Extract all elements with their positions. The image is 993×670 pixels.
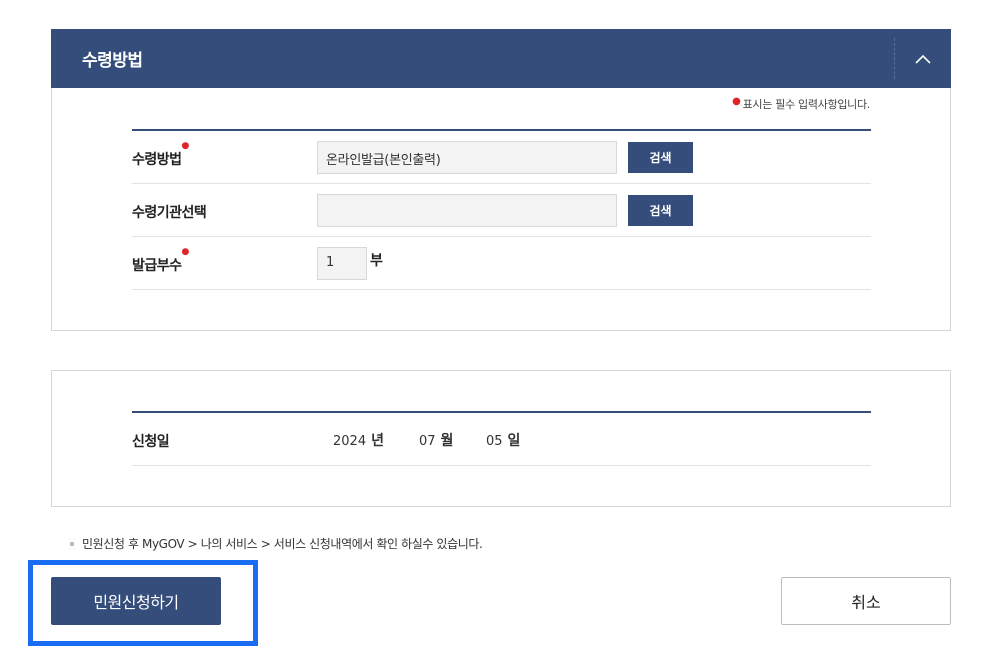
cancel-button[interactable]: 취소	[781, 577, 951, 625]
panel-header: 수령방법	[51, 29, 951, 88]
apply-date-table: 신청일 2024 년 07 월 05 일	[132, 411, 871, 466]
panel-title: 수령방법	[82, 51, 143, 71]
required-dot: ●	[181, 141, 190, 151]
copies-label: 발급부수 ●	[132, 247, 189, 274]
apply-day: 05	[486, 434, 503, 449]
apply-year: 2024	[333, 434, 367, 449]
apply-button[interactable]: 민원신청하기	[51, 577, 221, 625]
day-unit: 일	[507, 433, 521, 449]
receive-method-label: 수령방법 ●	[132, 141, 189, 168]
required-marker: ●	[732, 96, 741, 107]
receive-org-label: 수령기관선택	[132, 205, 207, 221]
month-unit: 월	[440, 433, 454, 449]
required-note-text: 표시는 필수 입력사항입니다.	[742, 98, 871, 111]
copies-unit: 부	[370, 253, 383, 269]
bullet-icon	[70, 541, 74, 546]
receive-form-table: 수령방법 ● 온라인발급(본인출력) 검색 수령기관선택 검색 발급부수 ● 1 부	[132, 129, 871, 290]
form-row-receive-method: 수령방법 ● 온라인발급(본인출력) 검색	[132, 131, 871, 184]
form-row-apply-date: 신청일 2024 년 07 월 05 일	[132, 413, 871, 466]
form-row-copies: 발급부수 ● 1 부	[132, 237, 871, 290]
apply-date-label: 신청일	[132, 434, 170, 450]
collapse-button[interactable]	[895, 29, 951, 88]
receive-method-field[interactable]: 온라인발급(본인출력)	[317, 141, 617, 174]
notice-text: 민원신청 후 MyGOV > 나의 서비스 > 서비스 신청내역에서 확인 하실…	[70, 535, 483, 552]
receive-method-search-button[interactable]: 검색	[628, 142, 693, 173]
apply-date-section: 신청일 2024 년 07 월 05 일	[51, 370, 951, 507]
chevron-up-icon	[915, 54, 931, 64]
year-unit: 년	[371, 433, 384, 449]
receive-method-section: ● 표시는 필수 입력사항입니다. 수령방법 ● 온라인발급(본인출력) 검색 수령…	[51, 88, 951, 331]
copies-input[interactable]: 1	[317, 247, 367, 280]
apply-date-value: 2024 년 07 월 05 일	[333, 430, 520, 450]
receive-org-search-button[interactable]: 검색	[628, 195, 693, 226]
form-row-receive-org: 수령기관선택 검색	[132, 184, 871, 237]
receive-org-field[interactable]	[317, 194, 617, 227]
required-dot: ●	[181, 247, 190, 257]
apply-month: 07	[419, 434, 436, 449]
required-note: ● 표시는 필수 입력사항입니다.	[732, 96, 870, 112]
